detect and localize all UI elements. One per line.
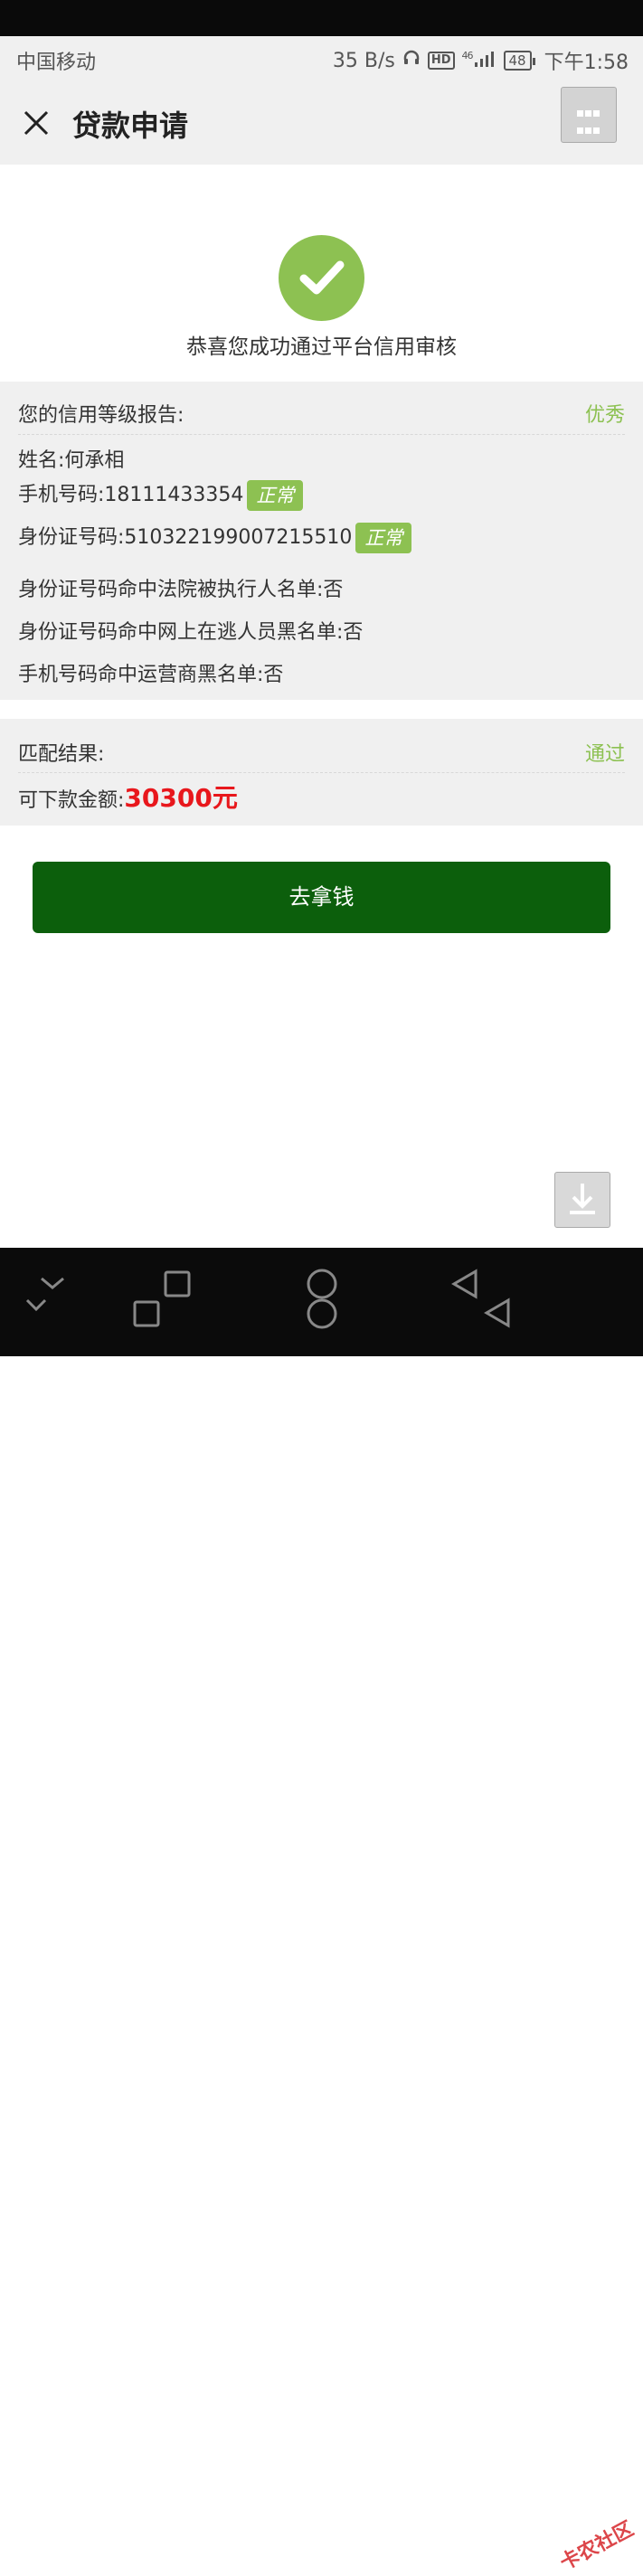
match-heading: 匹配结果: (18, 743, 105, 766)
home-icon[interactable] (289, 1264, 355, 1340)
name-label: 姓名: (18, 449, 65, 472)
grid-menu-icon[interactable] (561, 87, 617, 143)
phone-value: 18111433354 (104, 484, 244, 506)
top-bezel (0, 0, 643, 36)
get-money-button[interactable]: 去拿钱 (33, 862, 610, 933)
signal-icon: 46 (462, 50, 496, 71)
match-result-card: 匹配结果: 通过 可下款金额:30300元 (0, 719, 643, 826)
page-title: 贷款申请 (72, 109, 189, 143)
phone-status-badge: 正常 (247, 480, 304, 511)
amount-row: 可下款金额:30300元 (18, 778, 238, 815)
carrier-list-row: 手机号码命中运营商黑名单:否 (18, 664, 284, 686)
match-result: 通过 (584, 743, 625, 766)
status-bar-right: 35 B/s HD 46 48 下午1:58 (333, 46, 629, 75)
status-bar: 中国移动 35 B/s HD 46 48 下午1:58 (0, 36, 643, 81)
credit-grade: 优秀 (584, 404, 625, 427)
credit-report-card: 您的信用等级报告: 优秀 姓名:何承相 手机号码:18111433354 正常 身… (0, 382, 643, 700)
hd-icon: HD (427, 52, 455, 70)
battery-level: 48 (508, 52, 526, 69)
name-row: 姓名:何承相 (18, 444, 124, 473)
network-type: 46 (461, 50, 474, 61)
fugitive-list-row: 身份证号码命中网上在逃人员黑名单:否 (18, 621, 364, 644)
chevron-down-icon[interactable] (20, 1271, 74, 1326)
download-icon[interactable] (554, 1172, 610, 1228)
divider (18, 772, 625, 773)
id-row: 身份证号码:510322199007215510 正常 (18, 521, 412, 553)
site-watermark: 卡农社区 (556, 2517, 638, 2575)
recent-apps-icon[interactable] (127, 1266, 199, 1338)
back-icon[interactable] (443, 1264, 525, 1340)
check-circle-icon (279, 235, 364, 321)
credit-report-heading: 您的信用等级报告: (18, 404, 184, 427)
name-value: 何承相 (64, 449, 125, 472)
id-label: 身份证号码: (18, 526, 125, 549)
court-list-row: 身份证号码命中法院被执行人名单:否 (18, 579, 344, 601)
close-icon[interactable] (18, 105, 54, 141)
id-status-badge: 正常 (355, 523, 412, 553)
success-message: 恭喜您成功通过平台信用审核 (186, 335, 457, 359)
battery-icon: 48 (503, 51, 535, 71)
amount-label: 可下款金额: (18, 789, 125, 812)
success-section: 恭喜您成功通过平台信用审核 (0, 165, 643, 382)
clock: 下午1:58 (544, 52, 629, 74)
phone-row: 手机号码:18111433354 正常 (18, 478, 304, 511)
network-speed: 35 B/s (332, 49, 395, 72)
phone-label: 手机号码: (18, 484, 105, 506)
app-header: 贷款申请 (0, 81, 643, 165)
amount-value: 30300元 (124, 783, 238, 813)
carrier-label: 中国移动 (16, 52, 97, 74)
divider (18, 434, 625, 435)
system-nav-bar: 卡农社区 (0, 1248, 643, 2575)
id-value: 510322199007215510 (124, 526, 353, 549)
headphone-icon (402, 49, 421, 72)
